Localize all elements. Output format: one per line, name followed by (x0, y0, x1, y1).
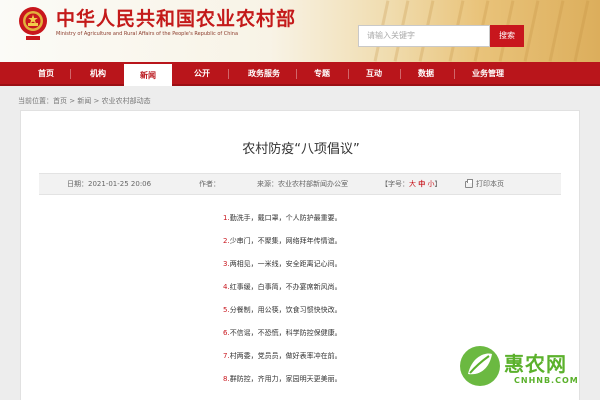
site-subtitle: Ministry of Agriculture and Rural Affair… (56, 31, 239, 37)
main-nav: 首页 机构 新闻 公开 政务服务 专题 互动 数据 业务管理 (0, 62, 600, 86)
article-source: 来源：农业农村部新闻办公室 (257, 180, 348, 188)
list-item: 7.村两委，党员员，做好表率冲在前。 (223, 352, 342, 360)
article-date: 日期：2021-01-25 20:06 (67, 180, 152, 188)
site-header: 中华人民共和国农业农村部 Ministry of Agriculture and… (0, 0, 600, 62)
leaf-logo-icon (460, 346, 500, 386)
watermark-domain: CNHNB.COM (514, 376, 579, 385)
nav-item-business[interactable]: 业务管理 (460, 62, 516, 86)
list-item: 2.少串门，不聚集，网络拜年传情谊。 (223, 237, 342, 245)
print-page-link[interactable]: 打印本页 (465, 174, 504, 194)
list-item: 8.群防控，齐用力，家园明天更美丽。 (223, 375, 342, 383)
site-title[interactable]: 中华人民共和国农业农村部 (56, 4, 296, 31)
nav-item-interaction[interactable]: 互动 (354, 62, 394, 86)
nav-item-news[interactable]: 新闻 (124, 62, 172, 86)
watermark-name: 惠农网 (504, 352, 567, 376)
list-item: 3.两相见，一米线，安全距离记心间。 (223, 260, 342, 268)
list-item: 1.勤洗手，戴口罩，个人防护最重要。 (223, 214, 342, 222)
font-size-large-link[interactable]: 大 (409, 180, 416, 188)
nav-item-institutions[interactable]: 机构 (78, 62, 118, 86)
search-input[interactable]: 请输入关键字 (358, 25, 490, 47)
article-meta-bar: 日期：2021-01-25 20:06 作者： 来源：农业农村部新闻办公室 【字… (39, 173, 561, 195)
breadcrumb[interactable]: 当前位置：首页 > 新闻 > 农业农村部动态 (18, 96, 151, 106)
nav-item-data[interactable]: 数据 (406, 62, 446, 86)
search-button[interactable]: 搜索 (490, 25, 524, 47)
list-item: 5.分餐制，用公筷，饮食习惯快快改。 (223, 306, 342, 314)
nav-item-public[interactable]: 公开 (182, 62, 222, 86)
font-size-control: 【字号：大 中 小】 (381, 180, 442, 188)
list-item: 4.红事缓，白事简，不办宴席新风尚。 (223, 283, 342, 291)
article-title: 农村防疫“八项倡议” (242, 142, 360, 157)
national-emblem-icon[interactable] (18, 4, 48, 42)
font-size-medium-link[interactable]: 中 (418, 180, 425, 188)
nav-item-services[interactable]: 政务服务 (236, 62, 292, 86)
nav-item-topics[interactable]: 专题 (302, 62, 342, 86)
article-author: 作者： (199, 180, 220, 188)
nav-item-home[interactable]: 首页 (26, 62, 66, 86)
list-item: 6.不信谣，不恐慌，科学防控保健康。 (223, 329, 342, 337)
cnhnb-watermark: 惠农网 CNHNB.COM (456, 344, 596, 396)
printer-icon (465, 178, 473, 188)
